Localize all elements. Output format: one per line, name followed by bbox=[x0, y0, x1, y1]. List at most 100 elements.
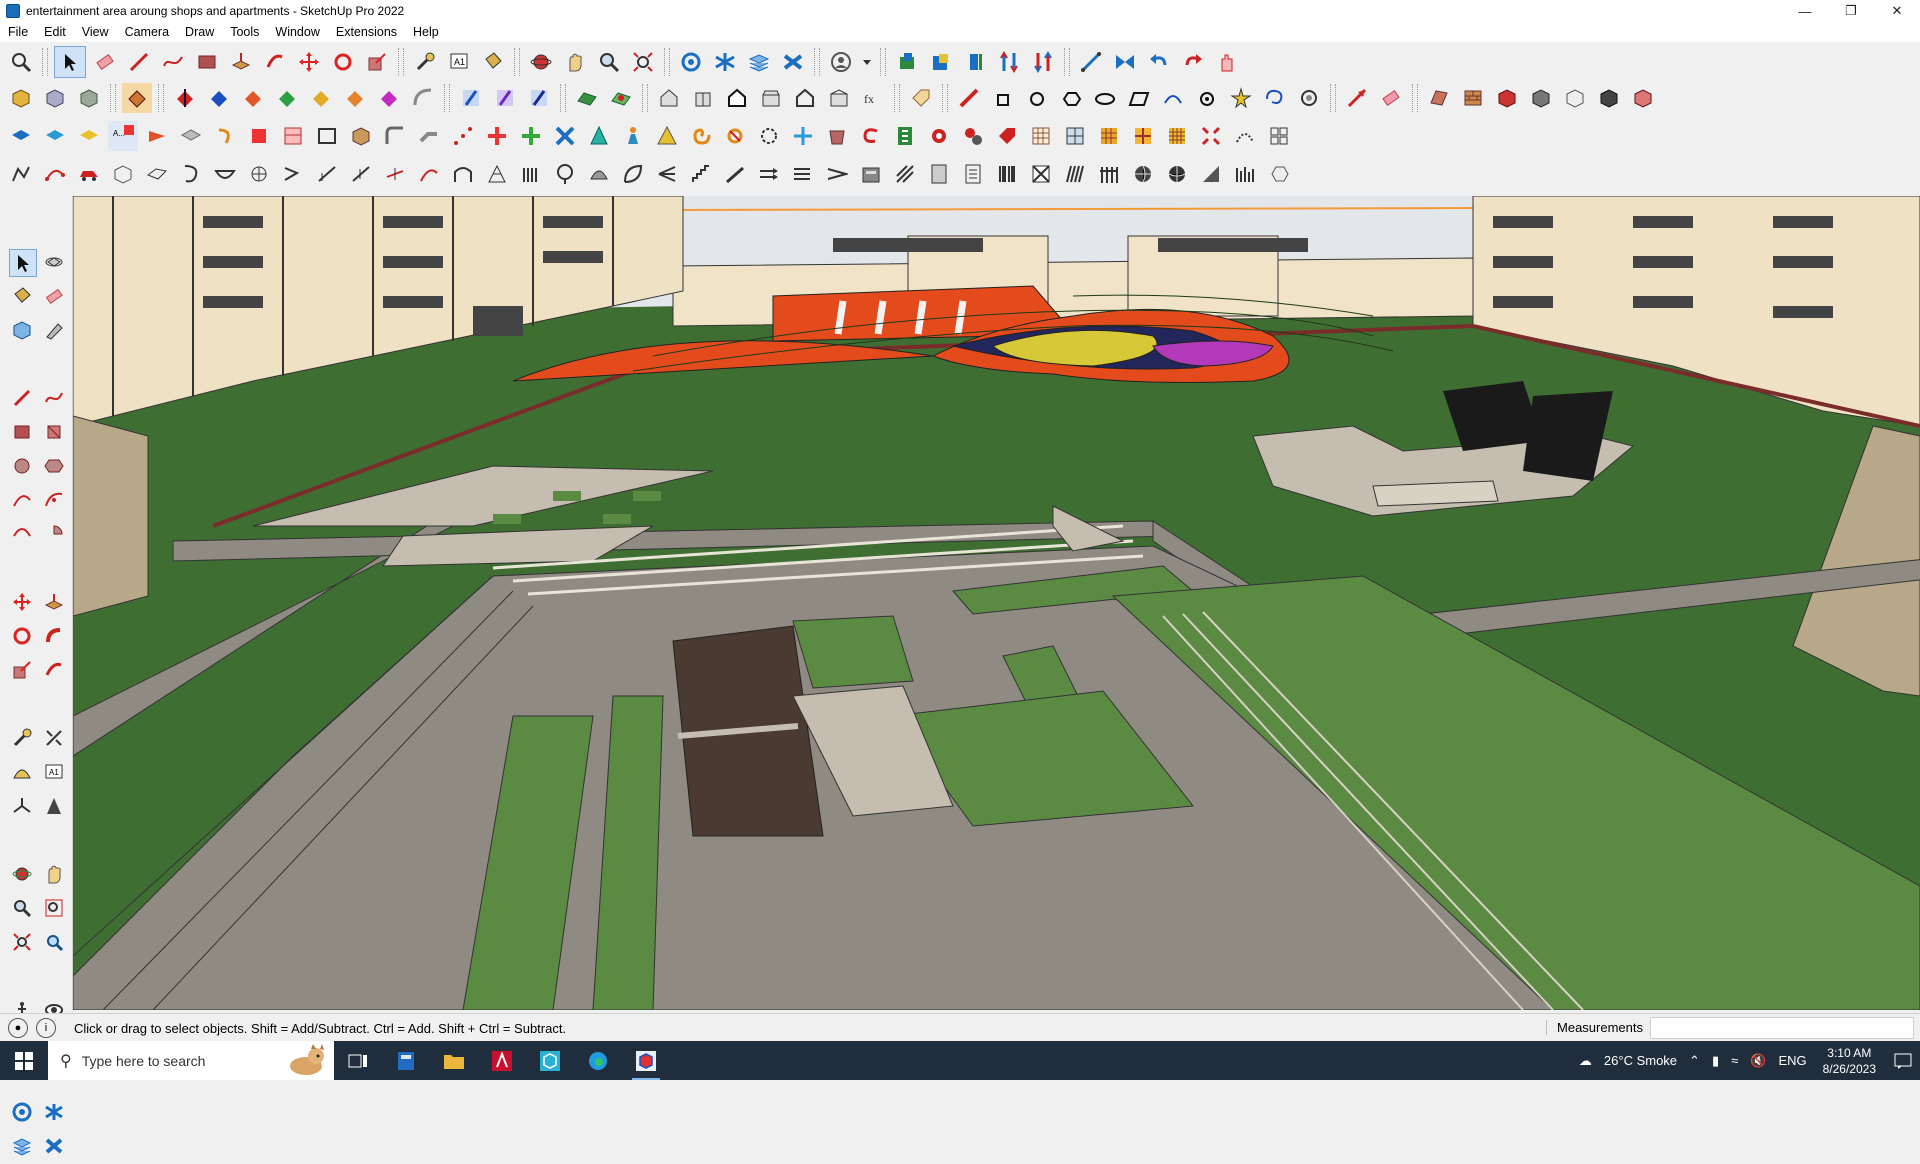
curve-orange-icon[interactable] bbox=[210, 121, 240, 151]
side-rotated-rectangle-icon[interactable] bbox=[41, 419, 67, 445]
side-line-icon[interactable] bbox=[9, 385, 35, 411]
dimension-arrow-icon[interactable] bbox=[1342, 83, 1372, 113]
side-dimension-icon[interactable] bbox=[41, 725, 67, 751]
zoom-icon[interactable] bbox=[594, 47, 624, 77]
arrows-blue-icon[interactable] bbox=[788, 121, 818, 151]
menu-file[interactable]: File bbox=[0, 25, 36, 39]
side-text-icon[interactable]: A1 bbox=[41, 759, 67, 785]
axis-green-icon[interactable] bbox=[272, 83, 302, 113]
restore-button[interactable]: ❐ bbox=[1828, 0, 1874, 22]
extension-warehouse-icon[interactable] bbox=[926, 47, 956, 77]
spiral-icon[interactable] bbox=[686, 121, 716, 151]
shape-arc-icon[interactable] bbox=[1158, 83, 1188, 113]
sketchup-active-icon[interactable] bbox=[622, 1041, 670, 1080]
slash-navy-icon[interactable] bbox=[524, 83, 554, 113]
side-tape-icon[interactable] bbox=[9, 725, 35, 751]
shape-star-icon[interactable] bbox=[1226, 83, 1256, 113]
close-button[interactable]: ✕ bbox=[1874, 0, 1920, 22]
menu-edit[interactable]: Edit bbox=[36, 25, 74, 39]
house-5-icon[interactable] bbox=[790, 83, 820, 113]
grid-split-icon[interactable] bbox=[1264, 121, 1294, 151]
formula-icon[interactable]: fx bbox=[858, 83, 888, 113]
tree-icon[interactable] bbox=[550, 159, 580, 189]
side-follow-me-icon[interactable] bbox=[41, 623, 67, 649]
house-6-icon[interactable] bbox=[824, 83, 854, 113]
axis-red-icon[interactable] bbox=[170, 83, 200, 113]
terrain-stamp-icon[interactable] bbox=[606, 83, 636, 113]
rail-icon[interactable] bbox=[312, 159, 342, 189]
wifi-icon[interactable]: ≈ bbox=[1731, 1053, 1738, 1068]
tag-red-icon[interactable] bbox=[992, 121, 1022, 151]
roof-icon[interactable] bbox=[1424, 83, 1454, 113]
arrows-right-icon[interactable] bbox=[754, 159, 784, 189]
hexagon-icon[interactable] bbox=[1264, 159, 1294, 189]
shape-ellipse-icon[interactable] bbox=[1090, 83, 1120, 113]
dotted-arc-icon[interactable] bbox=[1230, 121, 1260, 151]
components-icon[interactable] bbox=[676, 47, 706, 77]
box-xray-icon[interactable] bbox=[40, 83, 70, 113]
loft-icon[interactable] bbox=[244, 159, 274, 189]
box-solid-icon[interactable] bbox=[6, 83, 36, 113]
cone-icon[interactable] bbox=[584, 121, 614, 151]
waves-icon[interactable] bbox=[1230, 159, 1260, 189]
shape-target-icon[interactable] bbox=[1294, 83, 1324, 113]
shell-icon[interactable] bbox=[584, 159, 614, 189]
shape-lasso-icon[interactable] bbox=[1260, 83, 1290, 113]
freehand-tool-icon[interactable] bbox=[158, 47, 188, 77]
file-explorer-icon[interactable] bbox=[430, 1041, 478, 1080]
pencil-red-icon[interactable] bbox=[954, 83, 984, 113]
tape-measure-icon[interactable] bbox=[410, 47, 440, 77]
outliner-icon[interactable] bbox=[778, 47, 808, 77]
layer-grey-icon[interactable] bbox=[176, 121, 206, 151]
sketchup-taskbar-icon[interactable] bbox=[526, 1041, 574, 1080]
rail-2-icon[interactable] bbox=[346, 159, 376, 189]
paint-bucket-icon[interactable] bbox=[478, 47, 508, 77]
notifications-icon[interactable] bbox=[1886, 1041, 1920, 1080]
side-tag-icon[interactable] bbox=[41, 317, 67, 343]
side-zoom-window-icon[interactable] bbox=[41, 895, 67, 921]
box-brown-icon[interactable] bbox=[346, 121, 376, 151]
bezier-red-icon[interactable] bbox=[40, 159, 70, 189]
side-rectangle-icon[interactable] bbox=[9, 419, 35, 445]
triangle-grid-icon[interactable] bbox=[482, 159, 512, 189]
window-frame-icon[interactable] bbox=[1060, 121, 1090, 151]
pot-icon[interactable] bbox=[822, 121, 852, 151]
taskbar-search[interactable]: ⚲ Type here to search bbox=[48, 1041, 334, 1080]
tri-red-icon[interactable] bbox=[142, 121, 172, 151]
knot-icon[interactable] bbox=[720, 121, 750, 151]
eraser-pink-icon[interactable] bbox=[1376, 83, 1406, 113]
axis-magenta-icon[interactable] bbox=[374, 83, 404, 113]
sweep-icon[interactable] bbox=[278, 159, 308, 189]
side-move-icon[interactable] bbox=[9, 589, 35, 615]
fence-icon[interactable] bbox=[1094, 159, 1124, 189]
menu-camera[interactable]: Camera bbox=[117, 25, 177, 39]
side-3d-text-icon[interactable] bbox=[41, 793, 67, 819]
side-components-icon[interactable] bbox=[9, 1099, 35, 1125]
smooth-curve-icon[interactable] bbox=[408, 83, 438, 113]
polyline-icon[interactable] bbox=[6, 159, 36, 189]
solid-red-icon[interactable] bbox=[1492, 83, 1522, 113]
clock[interactable]: 3:10 AM 8/26/2023 bbox=[1823, 1045, 1876, 1077]
box-shaded-icon[interactable] bbox=[74, 83, 104, 113]
panel-icon[interactable] bbox=[278, 121, 308, 151]
eraser-tool-icon[interactable] bbox=[90, 47, 120, 77]
cube-wire-icon[interactable] bbox=[108, 159, 138, 189]
menu-view[interactable]: View bbox=[74, 25, 117, 39]
side-orbit-icon[interactable] bbox=[9, 861, 35, 887]
menu-draw[interactable]: Draw bbox=[177, 25, 222, 39]
grid-gold-icon[interactable] bbox=[1162, 121, 1192, 151]
minimize-button[interactable]: — bbox=[1782, 0, 1828, 22]
slash-purple-icon[interactable] bbox=[490, 83, 520, 113]
sandbox-up-icon[interactable] bbox=[994, 47, 1024, 77]
shape-parallelogram-icon[interactable] bbox=[1124, 83, 1154, 113]
layer-blue-icon[interactable] bbox=[6, 121, 36, 151]
intersect-icon[interactable] bbox=[1110, 47, 1140, 77]
side-polygon-icon[interactable] bbox=[41, 453, 67, 479]
stairs-icon[interactable] bbox=[686, 159, 716, 189]
start-button[interactable] bbox=[0, 1041, 48, 1080]
bend-icon[interactable] bbox=[380, 121, 410, 151]
grid-orange-icon[interactable] bbox=[1094, 121, 1124, 151]
axis-blue-icon[interactable] bbox=[204, 83, 234, 113]
volume-icon[interactable]: 🔇 bbox=[1750, 1053, 1766, 1069]
side-2pt-arc-icon[interactable] bbox=[41, 487, 67, 513]
